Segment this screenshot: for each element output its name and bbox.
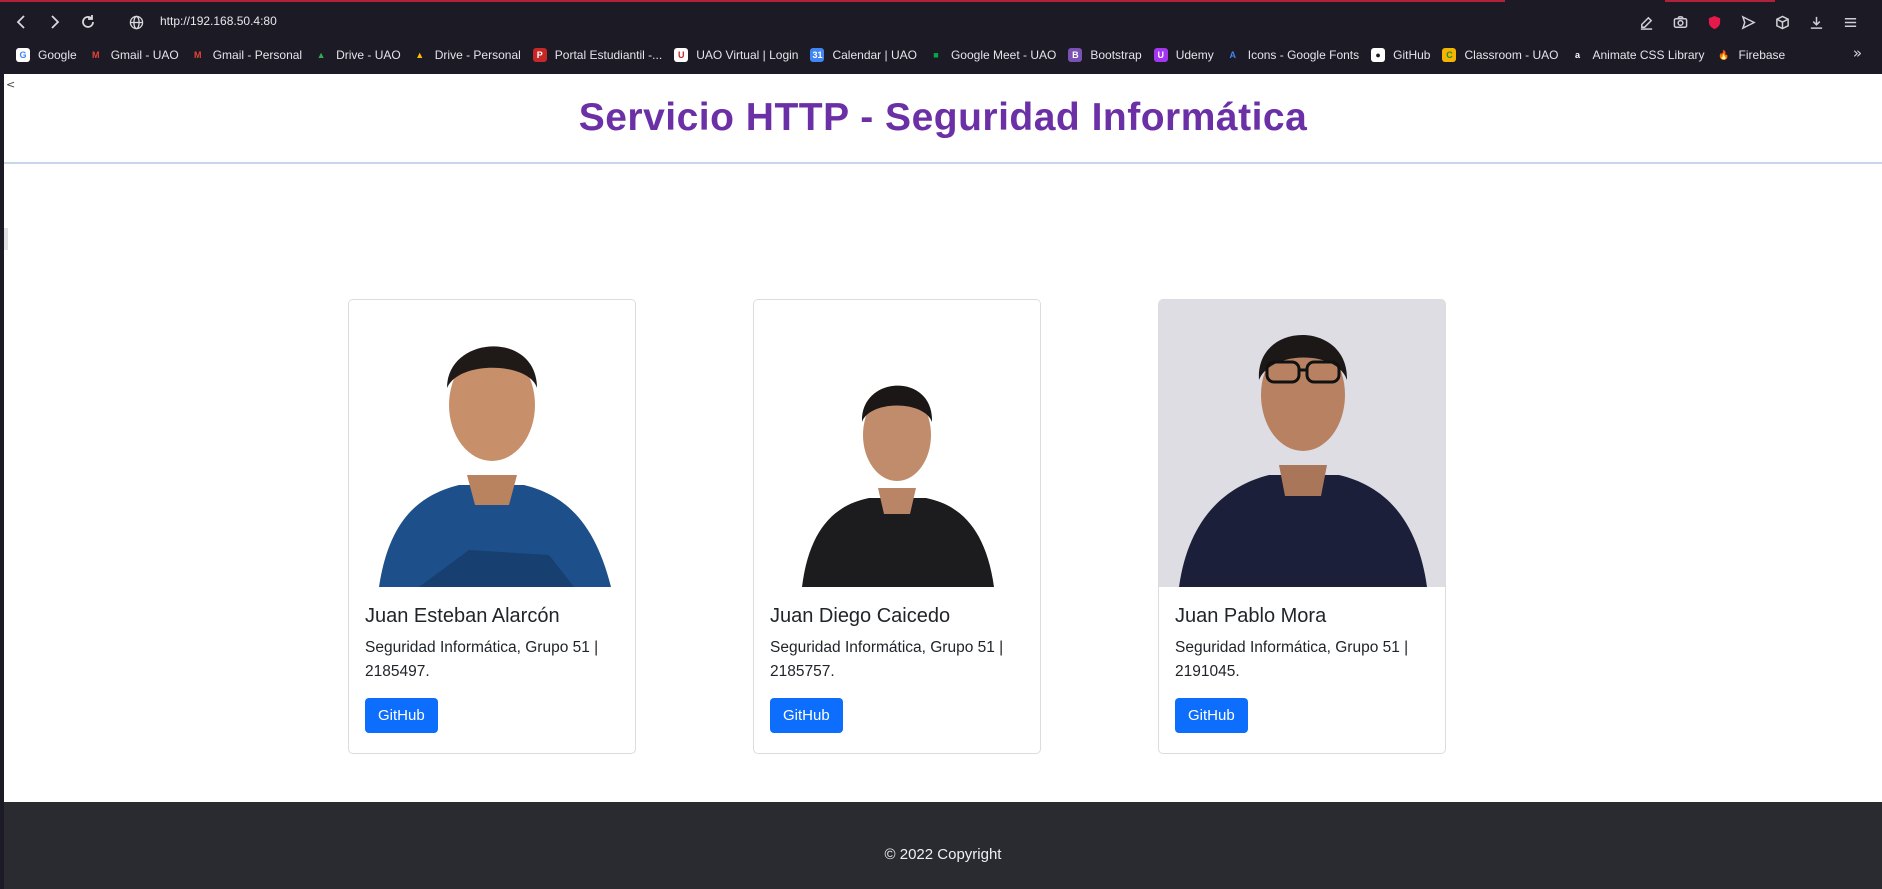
page-footer: © 2022 Copyright bbox=[4, 802, 1882, 889]
github-button[interactable]: GitHub bbox=[770, 698, 843, 733]
bookmark-label: Google Meet - UAO bbox=[950, 48, 1057, 62]
back-icon[interactable] bbox=[10, 10, 34, 34]
drive-icon: ▲ bbox=[412, 48, 427, 62]
bookmark-item[interactable]: A Icons - Google Fonts bbox=[1225, 48, 1360, 62]
bookmark-label: Calendar | UAO bbox=[832, 48, 917, 62]
camera-icon[interactable] bbox=[1668, 11, 1692, 33]
bookmark-label: Drive - UAO bbox=[336, 48, 401, 62]
profile-description: Seguridad Informática, Grupo 51 | 218575… bbox=[770, 639, 1004, 680]
bookmark-item[interactable]: ■ Google Meet - UAO bbox=[928, 48, 1057, 62]
uao-virtual-icon: U bbox=[674, 48, 689, 62]
profile-description: Seguridad Informática, Grupo 51 | 219104… bbox=[1175, 639, 1409, 680]
send-icon[interactable] bbox=[1736, 11, 1760, 33]
bookmark-label: UAO Virtual | Login bbox=[696, 48, 799, 62]
meet-icon: ■ bbox=[928, 48, 943, 62]
bookmark-label: GitHub bbox=[1393, 48, 1431, 62]
bookmark-label: Udemy bbox=[1175, 48, 1214, 62]
profile-name: Juan Pablo Mora bbox=[1175, 605, 1327, 627]
animate-css-icon: a bbox=[1570, 48, 1585, 62]
scroll-handle[interactable] bbox=[4, 228, 8, 250]
bookmark-item[interactable]: B Bootstrap bbox=[1068, 48, 1142, 62]
bookmark-label: Firebase bbox=[1738, 48, 1786, 62]
google-fonts-icon: A bbox=[1225, 48, 1240, 62]
bookmark-item[interactable]: ● GitHub bbox=[1371, 48, 1430, 62]
bookmark-item[interactable]: 🔥 Firebase bbox=[1716, 48, 1786, 62]
bookmark-label: Google bbox=[38, 48, 77, 62]
profile-name: Juan Esteban Alarcón bbox=[365, 605, 560, 627]
udemy-icon: U bbox=[1153, 48, 1168, 62]
download-icon[interactable] bbox=[1804, 11, 1828, 33]
bookmark-item[interactable]: U UAO Virtual | Login bbox=[674, 48, 798, 62]
edit-icon[interactable] bbox=[1634, 11, 1658, 33]
copyright-text: © 2022 Copyright bbox=[884, 846, 1002, 863]
site-info-icon[interactable] bbox=[126, 12, 146, 32]
tab-indicator bbox=[1665, 0, 1775, 2]
bookmark-label: Gmail - Personal bbox=[212, 48, 303, 62]
google-icon: G bbox=[16, 48, 30, 62]
profile-card: Juan Pablo Mora Seguridad Informática, G… bbox=[1158, 299, 1446, 754]
tab-indicator bbox=[0, 0, 1505, 2]
bookmark-item[interactable]: ▲ Drive - Personal bbox=[412, 48, 521, 62]
bootstrap-icon: B bbox=[1068, 48, 1083, 62]
page-title: Servicio HTTP - Seguridad Informática bbox=[578, 96, 1308, 139]
page-header: Servicio HTTP - Seguridad Informática bbox=[4, 74, 1882, 164]
bookmark-label: Bootstrap bbox=[1090, 48, 1142, 62]
github-button[interactable]: GitHub bbox=[365, 698, 438, 733]
reload-icon[interactable] bbox=[76, 10, 100, 34]
profile-description: Seguridad Informática, Grupo 51 | 218549… bbox=[365, 639, 599, 680]
toolbar-actions bbox=[1634, 11, 1862, 33]
profile-name: Juan Diego Caicedo bbox=[770, 605, 951, 627]
profile-card: Juan Diego Caicedo Seguridad Informática… bbox=[753, 299, 1041, 754]
cube-icon[interactable] bbox=[1770, 11, 1794, 33]
forward-icon[interactable] bbox=[42, 10, 66, 34]
bookmark-label: Gmail - UAO bbox=[110, 48, 179, 62]
profile-photo bbox=[349, 300, 635, 587]
browser-toolbar: http://192.168.50.4:80 G Google M Gmail - U… bbox=[0, 0, 1882, 74]
bookmark-label: Animate CSS Library bbox=[1592, 48, 1705, 62]
bookmark-item[interactable]: 31 Calendar | UAO bbox=[810, 48, 917, 62]
portal-icon: P bbox=[532, 48, 547, 62]
github-icon: ● bbox=[1371, 48, 1386, 62]
bookmark-label: Icons - Google Fonts bbox=[1247, 48, 1360, 62]
bookmark-label: Classroom - UAO bbox=[1464, 48, 1559, 62]
gmail-icon: M bbox=[88, 48, 103, 62]
bookmark-item[interactable]: M Gmail - Personal bbox=[190, 48, 303, 62]
bookmark-item[interactable]: C Classroom - UAO bbox=[1442, 48, 1559, 62]
window-edge bbox=[0, 74, 4, 889]
address-bar[interactable]: http://192.168.50.4:80 bbox=[160, 14, 277, 28]
bookmark-item[interactable]: P Portal Estudiantil -... bbox=[532, 48, 663, 62]
profile-photo bbox=[1159, 300, 1445, 587]
profile-photo bbox=[754, 300, 1040, 587]
bookmark-item[interactable]: M Gmail - UAO bbox=[88, 48, 179, 62]
calendar-icon: 31 bbox=[810, 48, 825, 62]
classroom-icon: C bbox=[1442, 48, 1457, 62]
bookmark-label: Portal Estudiantil -... bbox=[554, 48, 663, 62]
gmail-icon: M bbox=[190, 48, 205, 62]
bookmark-label: Drive - Personal bbox=[434, 48, 521, 62]
github-button[interactable]: GitHub bbox=[1175, 698, 1248, 733]
bookmark-item[interactable]: G Google bbox=[16, 48, 77, 62]
bookmark-item[interactable]: a Animate CSS Library bbox=[1570, 48, 1705, 62]
shield-icon[interactable] bbox=[1702, 11, 1726, 33]
profile-card: Juan Esteban Alarcón Seguridad Informáti… bbox=[348, 299, 636, 754]
menu-icon[interactable] bbox=[1838, 11, 1862, 33]
bookmarks-overflow-icon[interactable]: » bbox=[1853, 44, 1862, 62]
bookmark-item[interactable]: U Udemy bbox=[1153, 48, 1214, 62]
bookmarks-bar: G Google M Gmail - UAO M Gmail - Personal ▲ Dri… bbox=[16, 44, 1797, 66]
bookmark-item[interactable]: ▲ Drive - UAO bbox=[314, 48, 401, 62]
firebase-icon: 🔥 bbox=[1716, 48, 1731, 62]
drive-icon: ▲ bbox=[314, 48, 329, 62]
